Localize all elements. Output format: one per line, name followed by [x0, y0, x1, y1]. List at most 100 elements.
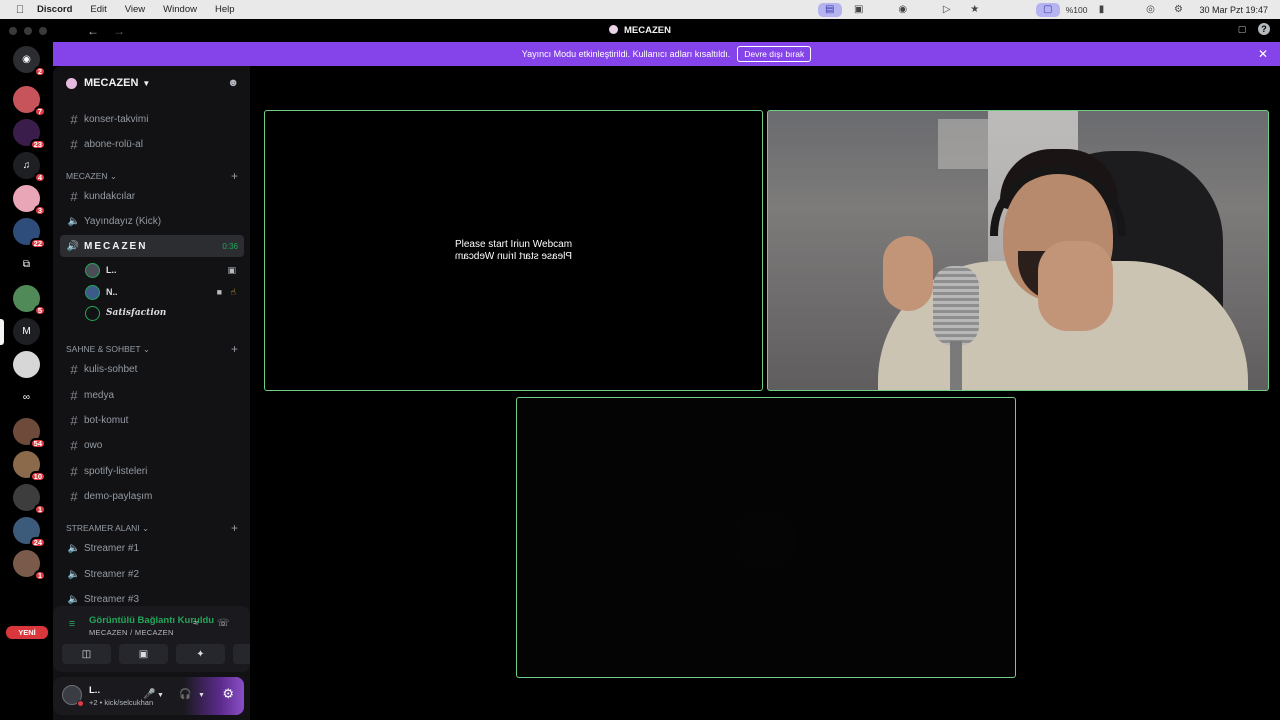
display-icon[interactable]: ▣: [848, 3, 870, 17]
video-tile-camera[interactable]: [767, 110, 1269, 391]
add-channel-icon[interactable]: +: [231, 342, 238, 356]
headphones-icon[interactable]: 🎧: [179, 689, 191, 700]
menu-app-discord[interactable]: Discord: [37, 4, 72, 15]
channel-kulis-sohbet[interactable]: # kulis-sohbet: [60, 358, 244, 380]
voice-user-name: Satisfaction: [106, 308, 167, 318]
channel-label: kulis-sohbet: [84, 363, 138, 375]
channel-label: owo: [84, 439, 103, 451]
server-icon[interactable]: 10: [13, 451, 46, 482]
channel-owo[interactable]: # owo: [60, 434, 244, 456]
menu-view[interactable]: View: [125, 4, 145, 15]
star-icon[interactable]: ★: [964, 3, 986, 17]
category-mecazen[interactable]: MECAZEN ⌄ +: [66, 169, 238, 183]
disable-streamer-mode-button[interactable]: Devre dışı bırak: [737, 46, 812, 62]
server-icon[interactable]: ⧉: [13, 251, 40, 278]
channel-kundakcilar[interactable]: # kundakcılar: [60, 185, 244, 207]
forward-arrow-icon[interactable]: →: [113, 24, 125, 38]
activities-button[interactable]: ✦: [176, 644, 225, 664]
apple-icon[interactable]: : [13, 4, 27, 16]
channel-label: Yayındayız (Kick): [84, 215, 162, 227]
server-icon[interactable]: 54: [13, 418, 46, 449]
close-icon[interactable]: ✕: [1258, 47, 1268, 61]
back-arrow-icon[interactable]: ←: [87, 24, 99, 38]
server-icon[interactable]: 5: [13, 285, 46, 316]
channel-label: Streamer #3: [84, 593, 140, 605]
zoom-window-button[interactable]: [39, 26, 47, 35]
streamer-mode-banner: Yayıncı Modu etkinleştirildi. Kullanıcı …: [53, 42, 1280, 66]
channel-streamer-2[interactable]: 🔈 Streamer #2: [60, 563, 244, 585]
disconnect-icon[interactable]: ☏: [217, 618, 230, 629]
control-pill-icon[interactable]: ▢: [1035, 2, 1060, 17]
channel-spotify-listeleri[interactable]: # spotify-listeleri: [60, 460, 244, 482]
server-icon[interactable]: 23: [13, 119, 46, 150]
channel-konser-takvimi[interactable]: # konser-takvimi: [60, 108, 244, 130]
microphone-icon[interactable]: 🎤: [143, 689, 155, 700]
chevron-down-icon[interactable]: ▼: [157, 692, 164, 699]
server-icon[interactable]: 24: [13, 517, 46, 548]
channel-label: spotify-listeleri: [84, 465, 148, 477]
server-icon[interactable]: [13, 351, 40, 378]
channel-medya[interactable]: # medya: [60, 384, 244, 406]
chevron-down-icon: ▼: [142, 78, 151, 88]
server-icon[interactable]: ◉ 2: [13, 46, 46, 77]
server-header[interactable]: MECAZEN ▼ ☻: [53, 66, 250, 100]
close-window-button[interactable]: [9, 26, 17, 35]
add-member-icon[interactable]: ☻: [227, 77, 239, 89]
channel-abone-rolu-al[interactable]: # abone-rolü-al: [60, 133, 244, 155]
screen-record-icon[interactable]: ▤: [817, 2, 842, 17]
voice-timer: 0:36: [222, 241, 238, 251]
webcam-placeholder-mirrored: Please start Iriun Webcam: [454, 251, 573, 262]
background-shelf: [938, 119, 988, 169]
soundboard-button[interactable]: ♬: [233, 644, 250, 664]
server-icon[interactable]: M: [13, 318, 40, 345]
siri-icon[interactable]: ◎: [1139, 3, 1161, 17]
voice-user-name: L..: [106, 265, 117, 275]
menu-help[interactable]: Help: [215, 4, 235, 15]
server-icon[interactable]: 1: [13, 550, 46, 581]
new-badge[interactable]: YENİ: [6, 626, 48, 639]
unread-badge: 10: [29, 471, 46, 482]
voice-channel-mecazen[interactable]: 🔊 MECAZEN 0:36: [60, 235, 244, 257]
server-icon[interactable]: 1: [13, 484, 46, 515]
category-label: SAHNE & SOHBET: [66, 344, 141, 354]
discord-tray-icon[interactable]: ◉: [892, 3, 914, 17]
voice-user[interactable]: Satisfaction: [85, 303, 240, 323]
video-tile-empty[interactable]: [516, 397, 1016, 678]
category-streamer-alani[interactable]: STREAMER ALANI ⌄ +: [66, 521, 238, 535]
video-tile-iriun[interactable]: Please start Iriun Webcam Please start I…: [264, 110, 763, 391]
channel-bot-komut[interactable]: # bot-komut: [60, 409, 244, 431]
menu-window[interactable]: Window: [163, 4, 197, 15]
add-channel-icon[interactable]: +: [231, 521, 238, 535]
unread-badge: 7: [33, 106, 46, 117]
play-icon[interactable]: ▷: [936, 3, 958, 17]
channel-yayindayiz-kick[interactable]: 🔈 Yayındayız (Kick): [60, 210, 244, 232]
voice-user[interactable]: L.. ▣: [85, 260, 240, 280]
server-icon[interactable]: 3: [13, 185, 46, 216]
help-icon[interactable]: ?: [1258, 23, 1270, 35]
signal-icon[interactable]: ≡: [62, 614, 82, 634]
noise-suppression-icon[interactable]: ≈: [193, 618, 199, 629]
server-icon[interactable]: 22: [13, 218, 46, 249]
voice-user[interactable]: N.. ■ ☝: [85, 282, 240, 302]
user-name[interactable]: L..: [89, 685, 100, 696]
hash-icon: #: [70, 437, 78, 453]
channel-demo-paylasim[interactable]: # demo-paylaşım: [60, 485, 244, 507]
inbox-icon[interactable]: ▢: [1236, 23, 1248, 35]
unread-badge: 54: [29, 438, 46, 449]
screen-share-button[interactable]: ▣: [119, 644, 168, 664]
server-icon[interactable]: ♫ 4: [13, 152, 46, 183]
voice-connection-subtitle[interactable]: MECAZEN / MECAZEN: [89, 628, 174, 637]
server-icon[interactable]: ∞: [13, 384, 40, 411]
category-sahne-sohbet[interactable]: SAHNE & SOHBET ⌄ +: [66, 342, 238, 356]
minimize-window-button[interactable]: [24, 26, 32, 35]
add-channel-icon[interactable]: +: [231, 169, 238, 183]
channel-streamer-1[interactable]: 🔈 Streamer #1: [60, 537, 244, 559]
chevron-down-icon[interactable]: ▼: [198, 692, 205, 699]
gear-icon[interactable]: ⚙: [222, 686, 234, 702]
menubar-datetime[interactable]: 30 Mar Pzt 19:47: [1199, 5, 1268, 15]
server-icon[interactable]: 7: [13, 86, 46, 117]
menu-edit[interactable]: Edit: [90, 4, 106, 15]
camera-off-button[interactable]: ◫: [62, 644, 111, 664]
battery-icon[interactable]: ▮: [1093, 3, 1109, 17]
control-center-icon[interactable]: ⚙: [1167, 3, 1189, 17]
